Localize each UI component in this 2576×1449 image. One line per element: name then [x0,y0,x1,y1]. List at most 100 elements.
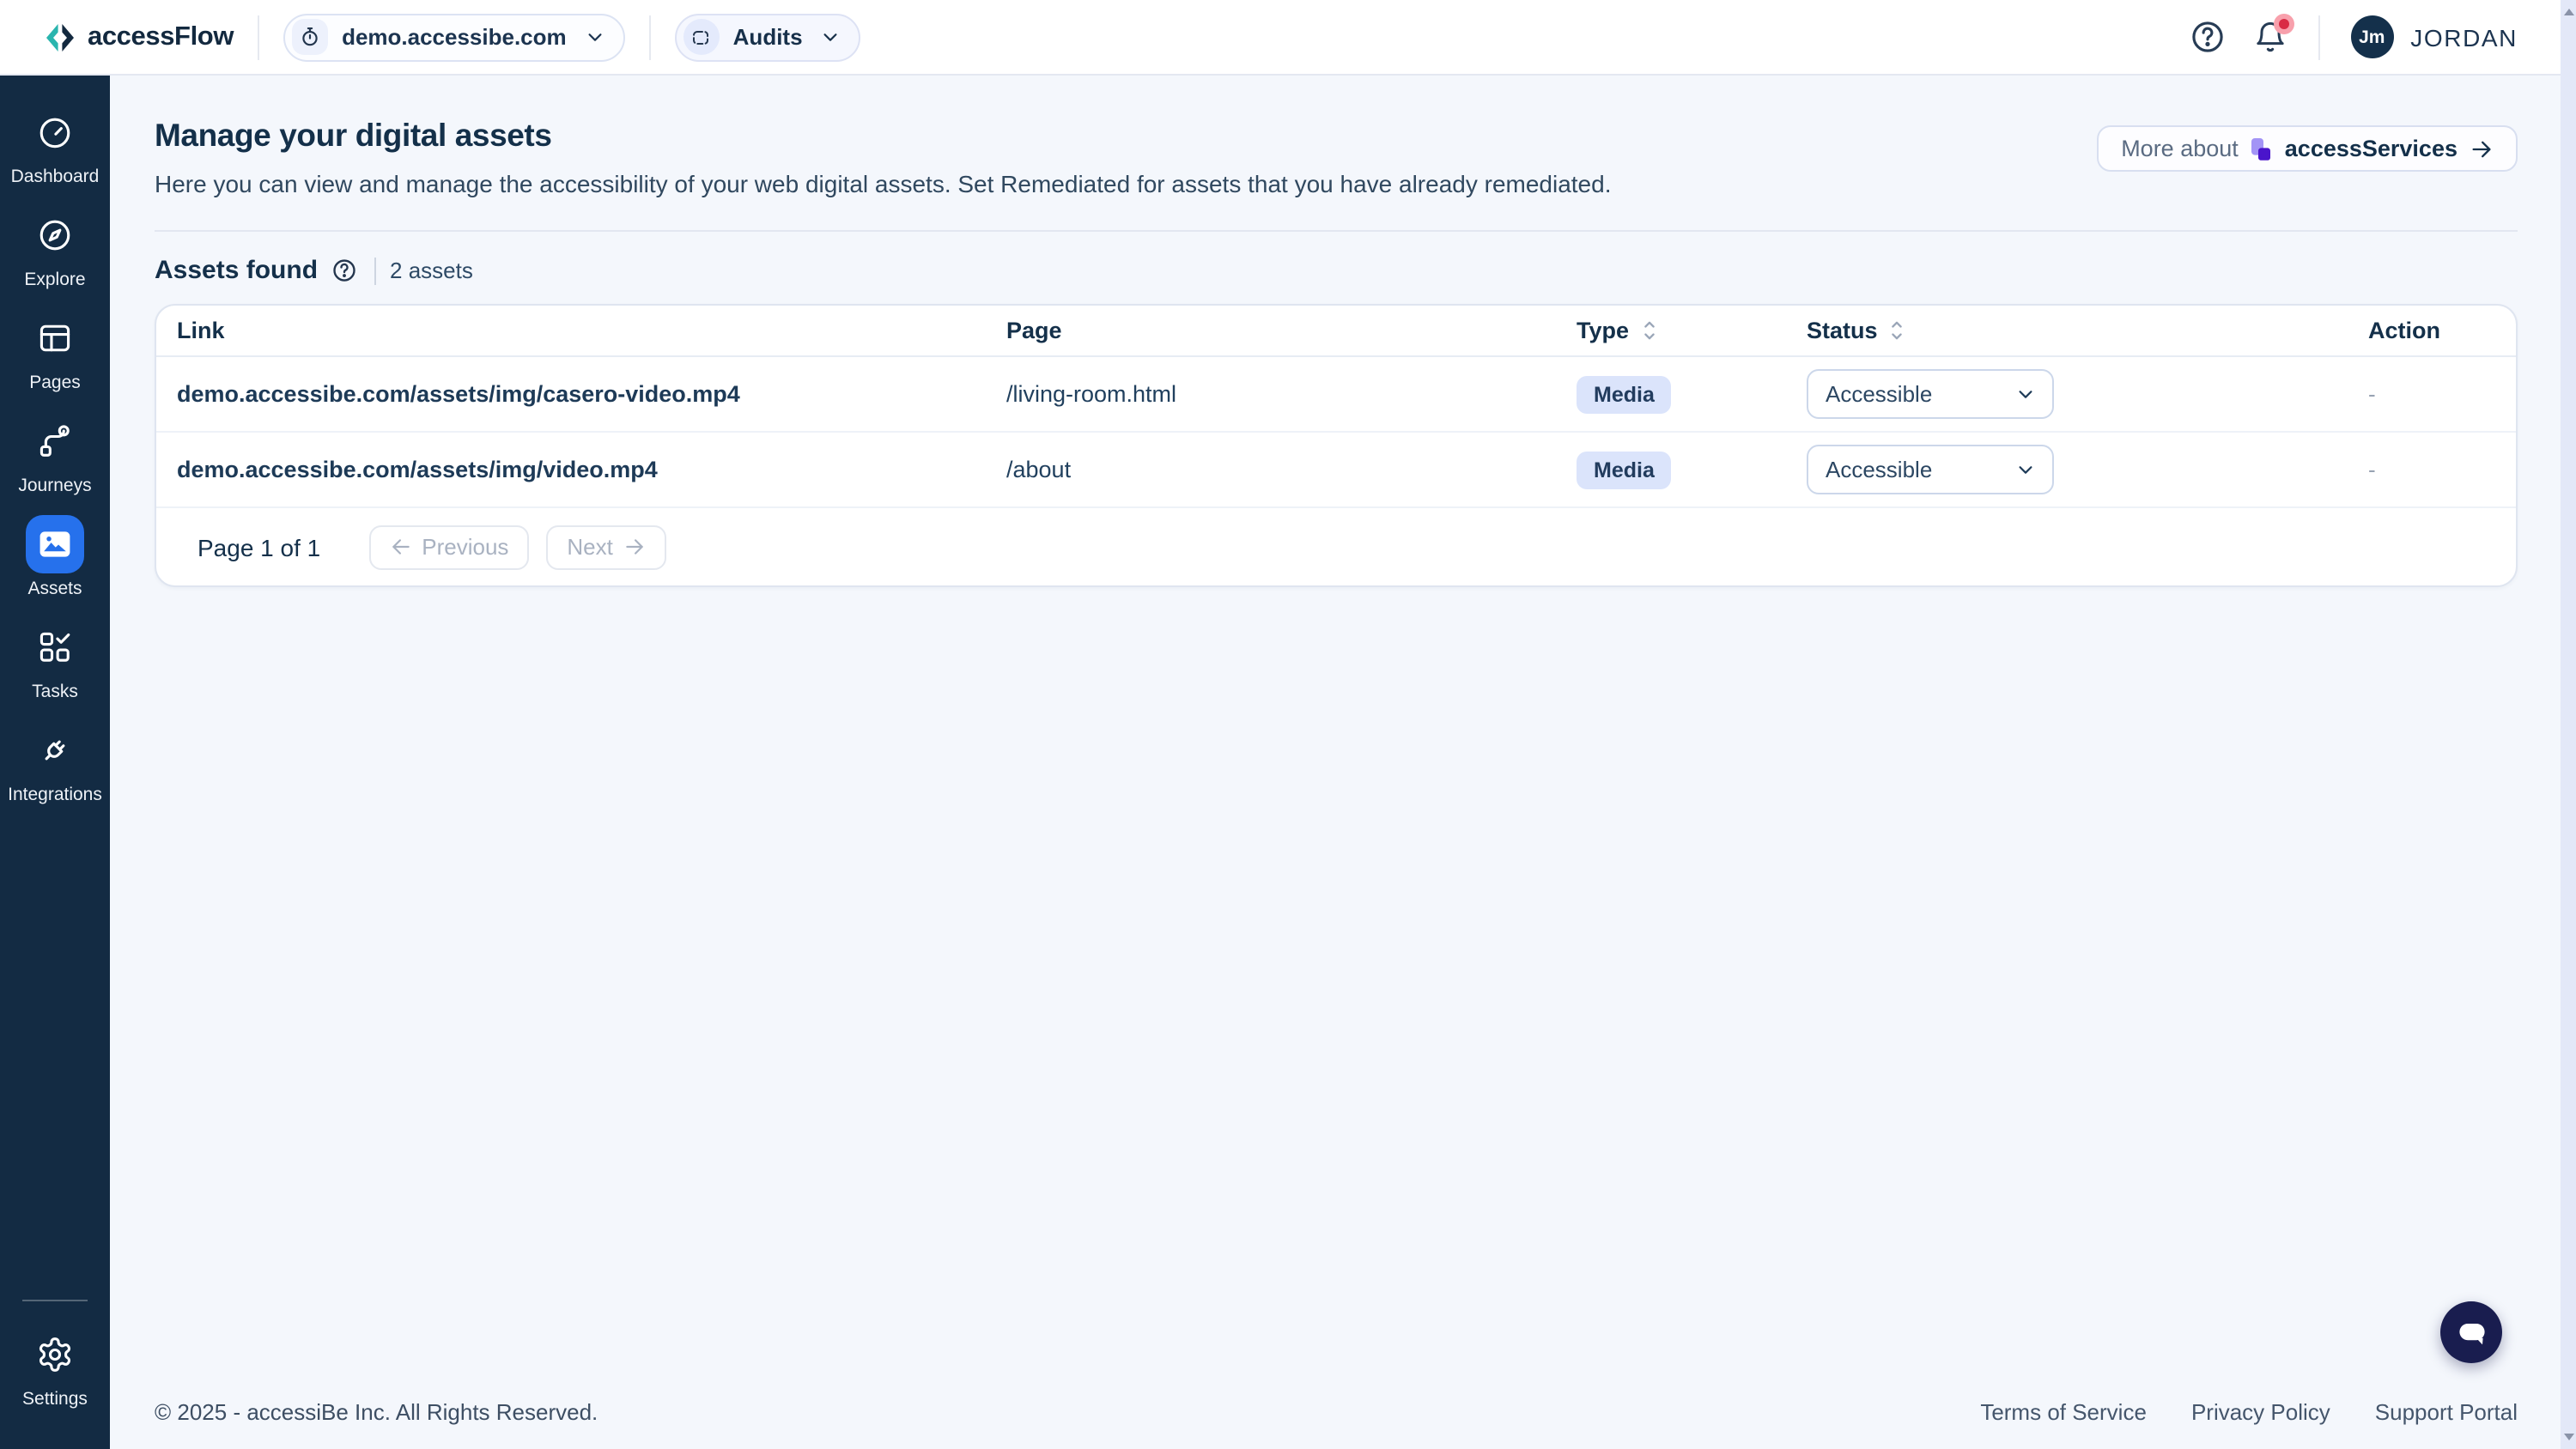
arrow-left-icon [389,536,411,558]
column-header-page: Page [1006,318,1577,343]
page-head: Manage your digital assets Here you can … [155,117,2518,197]
column-header-type[interactable]: Type [1577,318,1807,343]
table-header-row: Link Page Type Status Action [156,306,2516,357]
sidebar: Dashboard Explore Pages Journeys Assets [0,76,110,1449]
app-root: Dashboard Explore Pages Journeys Assets [0,0,2576,1449]
assets-table-card: Link Page Type Status Action demo.access… [155,304,2518,587]
header-divider [2318,15,2319,59]
compass-icon [26,206,84,264]
section-selector-audits[interactable]: Audits [675,13,861,61]
user-name[interactable]: JORDAN [2410,23,2518,51]
asset-page: /living-room.html [1006,381,1577,407]
sort-icon [1888,318,1907,343]
chevron-down-icon [2016,385,2035,403]
tasks-check-icon [26,618,84,676]
pagination-row: Page 1 of 1 Previous Next [156,508,2516,585]
type-badge: Media [1577,451,1672,488]
table-row: demo.accessibe.com/assets/img/video.mp4 … [156,433,2516,508]
chat-widget-button[interactable] [2440,1301,2502,1363]
asset-page: /about [1006,457,1577,482]
table-row: demo.accessibe.com/assets/img/casero-vid… [156,357,2516,433]
results-separator [374,257,376,284]
page-title: Manage your digital assets [155,117,1612,155]
sidebar-item-label: Dashboard [11,167,100,187]
brand-name: accessFlow [88,21,234,52]
footer: © 2025 - accessiBe Inc. All Rights Reser… [155,1399,2518,1449]
section-value: Audits [733,24,803,50]
column-header-action: Action [2368,318,2516,343]
sidebar-item-label: Pages [29,373,81,393]
status-dropdown[interactable]: Accessible [1807,369,2054,419]
sidebar-item-label: Explore [24,270,85,290]
scan-icon [683,19,720,55]
page-head-text: Manage your digital assets Here you can … [155,117,1612,197]
sidebar-item-settings[interactable]: Settings [0,1325,110,1410]
sidebar-item-dashboard[interactable]: Dashboard [0,103,110,187]
sidebar-item-label: Integrations [8,785,102,805]
sidebar-item-label: Tasks [32,682,78,702]
next-button[interactable]: Next [546,524,665,569]
route-icon [26,412,84,470]
privacy-policy-link[interactable]: Privacy Policy [2191,1399,2330,1425]
column-header-link: Link [177,318,1006,343]
help-icon[interactable] [2189,19,2225,55]
chevron-down-icon [586,27,605,46]
layout-icon [26,309,84,367]
action-cell: - [2368,457,2516,482]
type-badge: Media [1577,375,1672,413]
accessflow-logo-icon [45,21,76,52]
sidebar-item-label: Assets [27,579,82,599]
sidebar-bottom: Settings [0,1300,110,1428]
more-about-brand: accessServices [2285,136,2458,161]
sidebar-item-label: Journeys [18,476,91,496]
results-count: 2 assets [390,258,473,283]
column-header-status[interactable]: Status [1807,318,2368,343]
gauge-icon [26,103,84,161]
chevron-down-icon [822,27,841,46]
page-subtitle: Here you can view and manage the accessi… [155,170,1612,197]
copyright-text: © 2025 - accessiBe Inc. All Rights Reser… [155,1399,598,1425]
sidebar-item-integrations[interactable]: Integrations [0,721,110,805]
sidebar-item-label: Settings [22,1389,88,1410]
scroll-down-arrow-icon[interactable] [2563,1434,2573,1440]
scroll-up-arrow-icon[interactable] [2563,9,2573,15]
arrow-right-icon [623,536,646,558]
asset-link[interactable]: demo.accessibe.com/assets/img/casero-vid… [177,381,1006,407]
notification-badge [2273,13,2293,33]
action-cell: - [2368,381,2516,407]
content-divider [155,230,2518,232]
asset-link[interactable]: demo.accessibe.com/assets/img/video.mp4 [177,457,1006,482]
terms-of-service-link[interactable]: Terms of Service [1980,1399,2147,1425]
header-divider [258,15,259,59]
sidebar-item-explore[interactable]: Explore [0,206,110,290]
info-help-icon[interactable] [331,258,357,283]
access-services-logo-icon [2251,136,2273,161]
brand-logo[interactable]: accessFlow [45,21,234,52]
avatar[interactable]: Jm [2350,15,2393,58]
sidebar-item-tasks[interactable]: Tasks [0,618,110,702]
status-dropdown[interactable]: Accessible [1807,445,2054,494]
results-label: Assets found [155,256,318,285]
plug-icon [26,721,84,779]
sort-icon [1639,318,1658,343]
previous-button[interactable]: Previous [368,524,529,569]
arrow-right-icon [2470,136,2494,161]
chat-bubble-icon [2455,1316,2488,1349]
results-line: Assets found 2 assets [155,256,2518,285]
more-about-button[interactable]: More about accessServices [2097,125,2518,172]
sidebar-item-assets[interactable]: Assets [0,515,110,599]
scrollbar[interactable] [2561,0,2576,1449]
sidebar-item-pages[interactable]: Pages [0,309,110,393]
sidebar-divider [22,1300,88,1301]
sidebar-item-journeys[interactable]: Journeys [0,412,110,496]
chevron-down-icon [2016,460,2035,479]
top-header: accessFlow demo.accessibe.com Audits [0,0,2576,76]
page-indicator: Page 1 of 1 [197,533,320,561]
support-portal-link[interactable]: Support Portal [2375,1399,2518,1425]
header-right: Jm JORDAN [2189,15,2518,59]
stopwatch-icon [292,19,328,55]
main-content: Manage your digital assets Here you can … [110,76,2576,1449]
domain-selector[interactable]: demo.accessibe.com [283,13,625,61]
domain-value: demo.accessibe.com [342,24,567,50]
bell-icon[interactable] [2252,20,2287,54]
